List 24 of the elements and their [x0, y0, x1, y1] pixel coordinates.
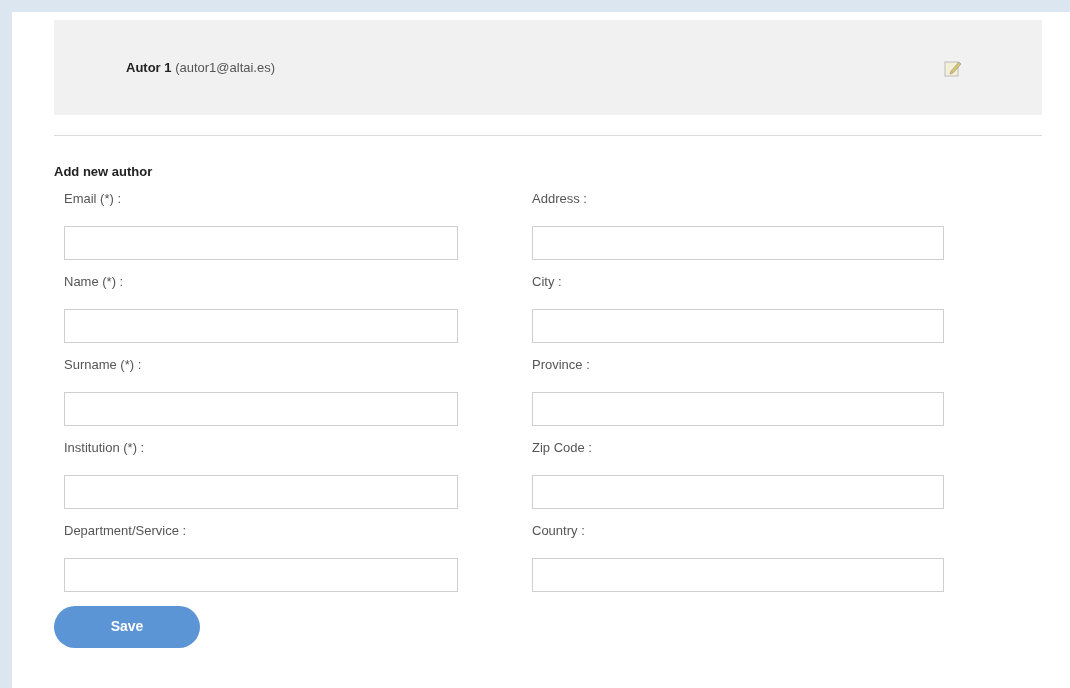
input-field[interactable]	[64, 308, 458, 343]
input-field[interactable]	[64, 474, 458, 509]
input-field[interactable]	[64, 557, 458, 592]
input-field[interactable]	[64, 225, 458, 260]
field-label: Province :	[532, 355, 591, 374]
author-entry: Autor 1 (autor1@altai.es)	[126, 58, 276, 77]
edit-icon[interactable]	[944, 58, 962, 77]
field-label: Institution (*) :	[64, 438, 146, 457]
field-label: Zip Code :	[532, 438, 593, 457]
field-label: Country :	[532, 521, 586, 540]
save-button[interactable]: Save	[54, 605, 200, 648]
input-field[interactable]	[64, 391, 458, 426]
field-label: City :	[532, 272, 563, 291]
field-label: Address :	[532, 189, 588, 208]
input-field[interactable]	[532, 557, 944, 592]
input-field[interactable]	[532, 308, 944, 343]
input-field[interactable]	[532, 474, 944, 509]
field-label: Surname (*) :	[64, 355, 143, 374]
input-field[interactable]	[532, 391, 944, 426]
field-label: Department/Service :	[64, 521, 188, 540]
field-label: Email (*) :	[64, 189, 123, 208]
form-title: Add new author	[54, 163, 154, 181]
input-field[interactable]	[532, 225, 944, 260]
field-label: Name (*) :	[64, 272, 125, 291]
